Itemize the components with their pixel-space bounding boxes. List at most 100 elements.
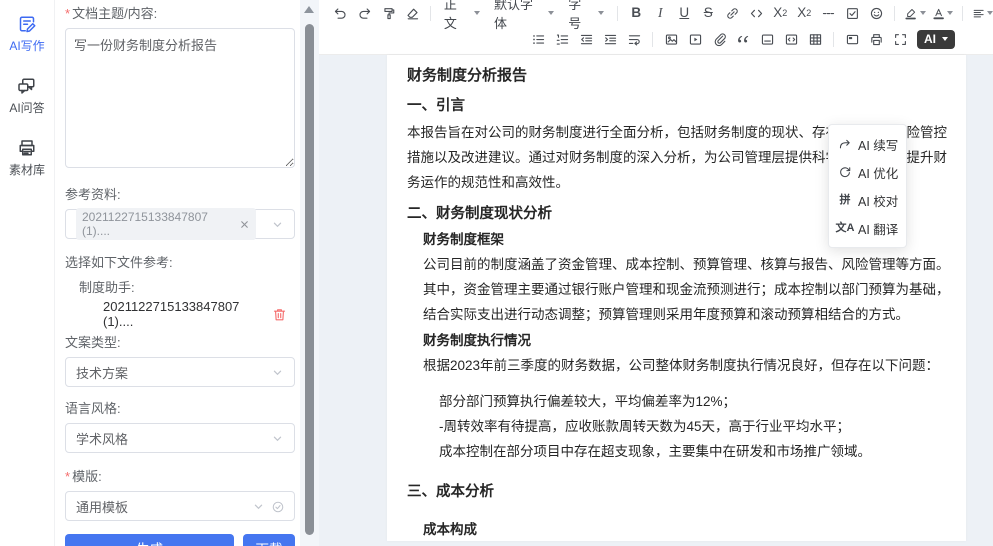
app-window: AI写作 AI问答素材库 *文档主题/内容: 写一份财务制度分析报告 参考资料: … — [0, 0, 993, 546]
generation-form-panel: *文档主题/内容: 写一份财务制度分析报告 参考资料: 202112271513… — [55, 0, 300, 546]
sidebar-item-ai-writing[interactable]: AI写作 — [9, 14, 44, 54]
print-icon[interactable] — [867, 29, 885, 51]
italic-button[interactable]: I — [651, 2, 669, 24]
doc-block: 部分部门预算执行偏差较大，平均偏差率为12%；-周转效率有待提高，应收账款周转天… — [439, 389, 952, 464]
menu-item-label: AI 优化 — [858, 163, 898, 182]
reference-tag[interactable]: 2021122715133847807 (1).... — [76, 208, 256, 240]
toolbar-divider — [652, 32, 653, 47]
ai-menu-button[interactable]: AI — [917, 30, 955, 49]
reference-select[interactable]: 2021122715133847807 (1).... — [65, 209, 295, 239]
link-icon[interactable] — [723, 2, 741, 24]
ai-qa-icon — [17, 76, 37, 96]
chevron-down-icon — [271, 366, 284, 379]
underline-button[interactable]: U — [675, 2, 693, 24]
sidebar-rail: AI写作 AI问答素材库 — [0, 0, 55, 546]
ai-proofread-item[interactable]: 拼AI 校对 — [829, 186, 906, 214]
inline-code-icon[interactable] — [747, 2, 765, 24]
outdent-icon[interactable] — [577, 29, 595, 51]
ai-proofread-icon: 拼 — [838, 193, 852, 207]
doc-block: 三、成本分析 — [407, 480, 952, 504]
toolbar-divider — [833, 32, 834, 47]
bold-button[interactable]: B — [627, 2, 645, 24]
ai-continue-icon — [838, 137, 852, 151]
sidebar-item-label: 素材库 — [9, 161, 45, 178]
redo-icon[interactable] — [355, 2, 373, 24]
ordered-list-icon[interactable] — [553, 29, 571, 51]
file-select-label: 选择如下文件参考: — [65, 254, 295, 272]
strikethrough-button[interactable]: S — [699, 2, 717, 24]
editor-canvas: 财务制度分析报告一、引言本报告旨在对公司的财务制度进行全面分析，包括财务制度的现… — [319, 56, 993, 546]
ai-optimize-item[interactable]: AI 优化 — [829, 158, 906, 186]
template-select[interactable]: 通用模板 — [65, 491, 295, 521]
blockquote-icon[interactable] — [734, 29, 752, 51]
toolbar-row-1: 正文默认字体字号BIUSX2X2 — [319, 0, 993, 26]
video-icon[interactable] — [686, 29, 704, 51]
subscript-button[interactable]: X2 — [771, 2, 789, 24]
menu-item-label: AI 续写 — [858, 135, 898, 154]
font-family-select[interactable]: 默认字体 — [490, 0, 558, 32]
toolbar-divider — [430, 6, 431, 21]
ai-translate-icon: 文A — [838, 221, 852, 235]
indent-icon[interactable] — [601, 29, 619, 51]
download-button[interactable]: 下载 — [243, 534, 295, 546]
image-icon[interactable] — [662, 29, 680, 51]
sidebar-item-material-library[interactable]: 素材库 — [9, 138, 45, 178]
template-value: 通用模板 — [76, 497, 252, 516]
clear-format-icon[interactable] — [403, 2, 421, 24]
task-list-icon[interactable] — [843, 2, 861, 24]
ai-continue-item[interactable]: AI 续写 — [829, 130, 906, 158]
table-icon[interactable] — [806, 29, 824, 51]
emoji-icon[interactable] — [867, 2, 885, 24]
sidebar-item-ai-qa[interactable]: AI问答 — [9, 76, 44, 116]
code-block-icon[interactable] — [782, 29, 800, 51]
font-size-select[interactable]: 字号 — [564, 0, 608, 32]
divider-icon[interactable] — [758, 29, 776, 51]
language-style-select[interactable]: 学术风格 — [65, 423, 295, 453]
reference-label: 参考资料: — [65, 186, 295, 204]
line-break-icon[interactable] — [625, 29, 643, 51]
font-color-icon[interactable] — [932, 2, 953, 24]
assistant-label: 制度助手: — [79, 277, 295, 296]
undo-icon[interactable] — [331, 2, 349, 24]
paragraph-style-select[interactable]: 正文 — [440, 0, 484, 32]
editor-toolbar: 正文默认字体字号 BIUS X2 X2 AI — [319, 0, 993, 55]
horizontal-rule-icon[interactable] — [819, 2, 837, 24]
sidebar-item-label: AI写作 — [9, 37, 44, 54]
toolbar-divider — [617, 6, 618, 21]
ai-translate-item[interactable]: 文A AI 翻译 — [829, 214, 906, 242]
highlight-color-icon[interactable] — [904, 2, 925, 24]
format-painter-icon[interactable] — [379, 2, 397, 24]
spacer — [407, 378, 952, 389]
sidebar-item-label: AI问答 — [9, 99, 44, 116]
generate-button[interactable]: 生成 — [65, 534, 234, 546]
doc-type-select[interactable]: 技术方案 — [65, 357, 295, 387]
topic-textarea[interactable]: 写一份财务制度分析报告 — [65, 28, 295, 168]
topic-label: *文档主题/内容: — [65, 5, 295, 23]
remove-tag-icon[interactable] — [239, 219, 250, 230]
scrollbar-thumb[interactable] — [305, 24, 314, 535]
template-label: *模版: — [65, 468, 295, 486]
reference-tag-label: 2021122715133847807 (1).... — [82, 210, 234, 238]
scroll-up-arrow[interactable] — [304, 6, 314, 13]
superscript-button[interactable]: X2 — [795, 2, 813, 24]
embed-icon[interactable] — [843, 29, 861, 51]
toolbar-divider — [962, 6, 963, 21]
ai-writing-icon — [17, 14, 37, 34]
bullet-list-icon[interactable] — [529, 29, 547, 51]
fullscreen-icon[interactable] — [891, 29, 909, 51]
align-icon[interactable] — [972, 2, 993, 24]
required-asterisk: * — [65, 6, 70, 21]
panel-scrollbar — [300, 0, 319, 546]
doc-block: 财务制度执行情况 — [423, 329, 952, 353]
attachment-icon[interactable] — [710, 29, 728, 51]
chevron-down-icon — [252, 500, 265, 513]
menu-item-label: AI 翻译 — [858, 219, 898, 238]
reference-file-row: 2021122715133847807 (1).... — [103, 299, 295, 329]
doc-block: 根据2023年前三季度的财务数据，公司整体财务制度执行情况良好，但存在以下问题： — [423, 353, 952, 378]
form-actions: 生成 下载 — [65, 534, 295, 546]
chevron-down-icon — [271, 218, 284, 231]
language-style-label: 语言风格: — [65, 400, 295, 418]
material-library-icon — [17, 138, 37, 158]
ai-dropdown-menu: AI 续写 AI 优化拼AI 校对文A AI 翻译 — [828, 124, 907, 248]
delete-file-icon[interactable] — [272, 307, 287, 322]
